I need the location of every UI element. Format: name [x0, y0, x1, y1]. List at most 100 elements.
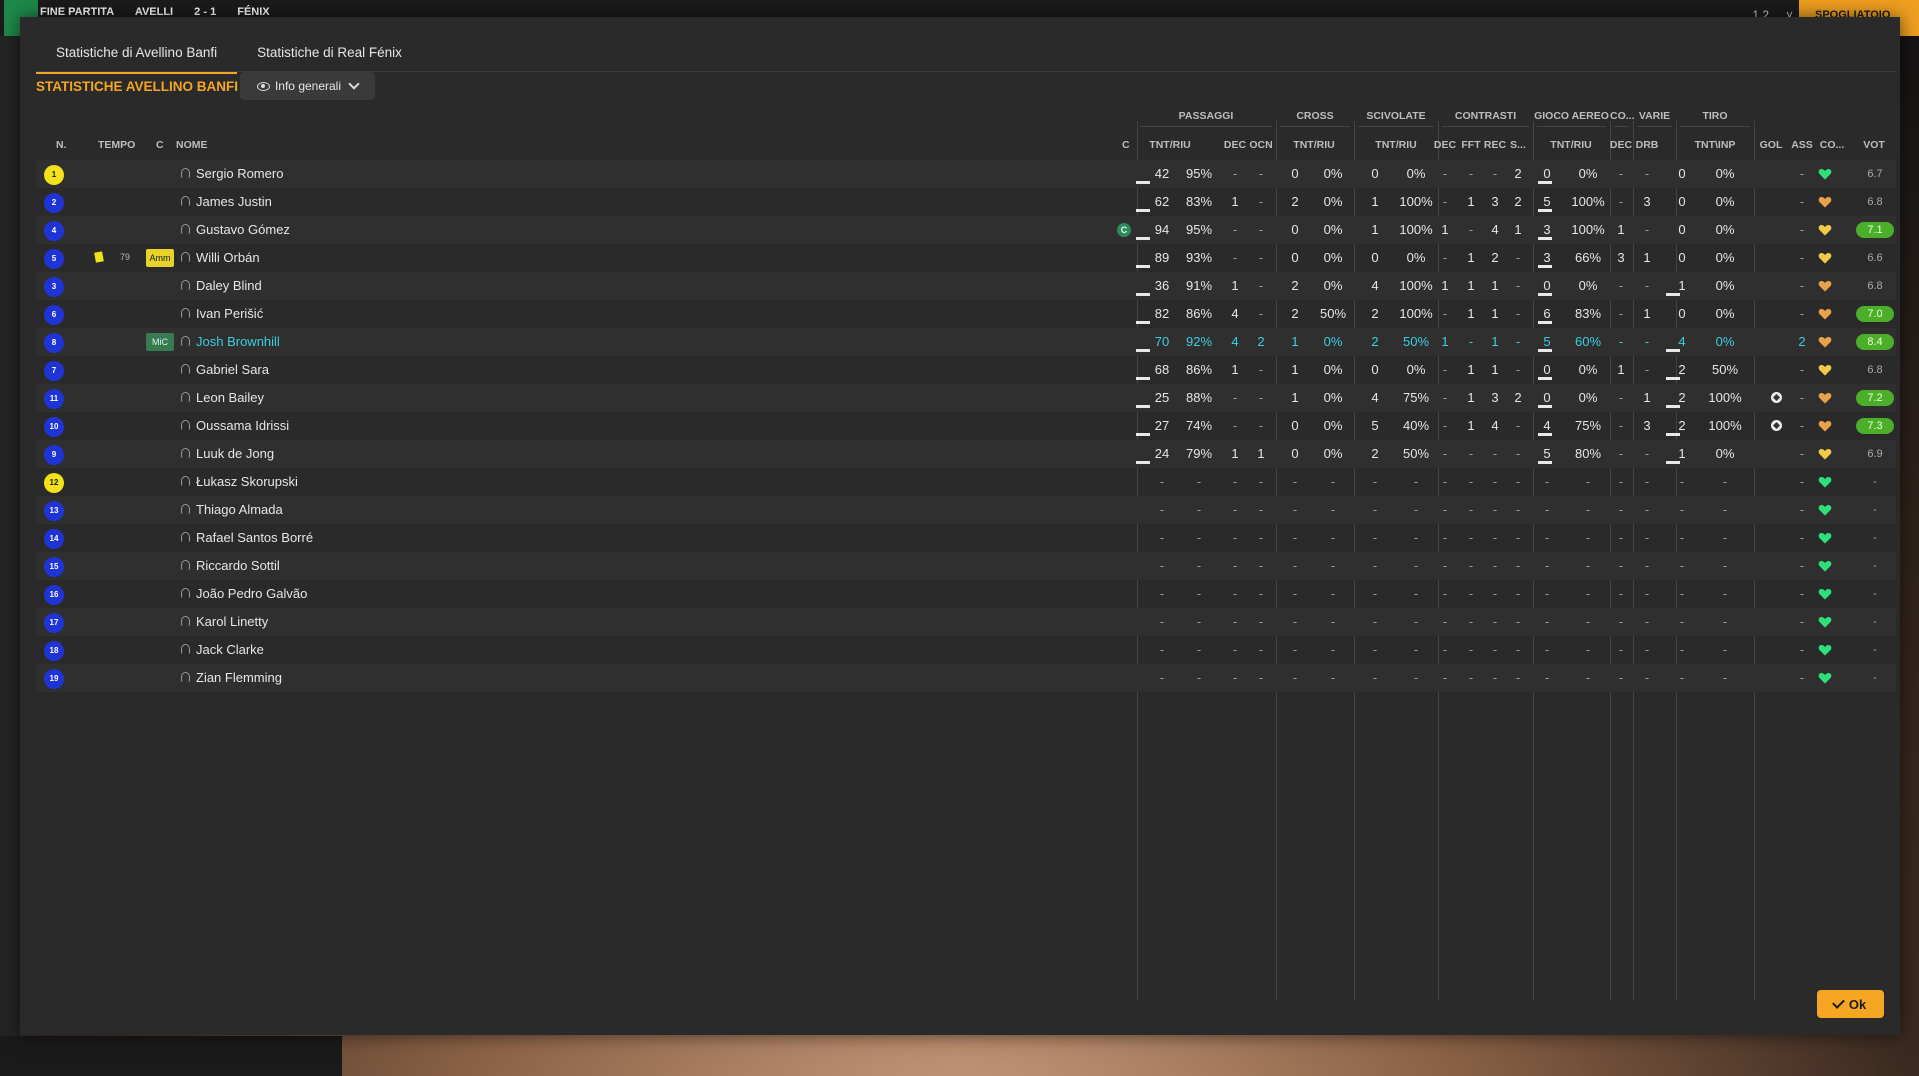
header-attempts: 0: [1543, 278, 1551, 293]
column-header-contr-s[interactable]: S...: [1510, 139, 1526, 151]
table-row[interactable]: 16 João Pedro Galvão - - - - - - - - - - - - - - - - - - - -: [36, 580, 1896, 608]
empty-stat: -: [1442, 558, 1448, 573]
player-name[interactable]: Jack Clarke: [196, 642, 264, 657]
table-row[interactable]: 1 Sergio Romero 42 95% - - 0 0% 0 0% - - - 2 0 0% - - 0 0% -…: [36, 160, 1896, 188]
table-row[interactable]: 12 Łukasz Skorupski - - - - - - - - - - - - - - - - - - - -: [36, 468, 1896, 496]
header-attempts: 6: [1543, 306, 1551, 321]
view-dropdown[interactable]: Info generali: [240, 72, 375, 100]
tab-home-stats[interactable]: Statistiche di Avellino Banfi: [36, 41, 238, 74]
empty-stat: -: [1544, 502, 1550, 517]
column-header-contr-rec[interactable]: REC: [1484, 139, 1506, 151]
column-header-num[interactable]: N.: [56, 139, 67, 151]
player-name[interactable]: Thiago Almada: [196, 502, 283, 517]
empty-stat: -: [1292, 558, 1298, 573]
player-name[interactable]: Willi Orbán: [196, 250, 260, 265]
duel-stat: -: [1442, 418, 1448, 433]
player-name[interactable]: Sergio Romero: [196, 166, 283, 181]
column-header-contr-fft[interactable]: FFT: [1461, 139, 1480, 151]
duel-stat: -: [1442, 446, 1448, 461]
tackle-accuracy: 40%: [1402, 418, 1430, 433]
table-row[interactable]: 2 James Justin 62 83% 1-2 0% 1 100% -1 3 2 5 100% -3 0…: [36, 188, 1896, 216]
column-header-varie-drb[interactable]: DRB: [1636, 139, 1659, 151]
player-name[interactable]: Ivan Perišić: [196, 306, 263, 321]
column-header-tiro-tnt[interactable]: TNT\INP: [1695, 139, 1736, 151]
table-row[interactable]: 14 Rafael Santos Borré - - - - - - - - - - - - - - - - - - -…: [36, 524, 1896, 552]
shirt-number-badge: 1: [44, 165, 64, 185]
column-header-gol[interactable]: GOL: [1760, 139, 1783, 151]
player-name[interactable]: Riccardo Sottil: [196, 558, 280, 573]
column-header-ass[interactable]: ASS: [1791, 139, 1813, 151]
empty-stat: -: [1258, 642, 1264, 657]
table-row[interactable]: 13 Thiago Almada - - - - - - - - - - - - - - - - - - - -: [36, 496, 1896, 524]
empty-stat: -: [1585, 502, 1591, 517]
player-name[interactable]: Gabriel Sara: [196, 362, 269, 377]
column-header-vot[interactable]: VOT: [1863, 139, 1885, 151]
column-header-sciv-tnt[interactable]: TNT/RIU: [1375, 139, 1416, 151]
column-header-pass-ocn[interactable]: OCN: [1249, 139, 1272, 151]
header-accuracy: 0%: [1578, 390, 1598, 405]
column-header-contr-dec[interactable]: DEC: [1434, 139, 1456, 151]
column-header-pass-dec[interactable]: DEC: [1224, 139, 1246, 151]
shot-accuracy: 50%: [1711, 362, 1739, 377]
player-name[interactable]: Luuk de Jong: [196, 446, 274, 461]
table-row[interactable]: 5 79 Amm Willi Orbán 89 93% - - 0 0% 0 0% - 1 2 - 3 66% 3 1…: [36, 244, 1896, 272]
pass-accuracy: 95%: [1185, 222, 1213, 237]
empty-stat: -: [1413, 670, 1419, 685]
empty-stat: -: [1372, 642, 1378, 657]
player-name[interactable]: Rafael Santos Borré: [196, 530, 313, 545]
player-name[interactable]: Josh Brownhill: [196, 334, 280, 349]
player-name[interactable]: Zian Flemming: [196, 670, 282, 685]
player-name[interactable]: Daley Blind: [196, 278, 262, 293]
duel-stat: 2: [1514, 194, 1522, 209]
column-header-nome[interactable]: NOME: [176, 139, 208, 151]
stat-bar: [1136, 433, 1150, 436]
header-attempts: 0: [1543, 166, 1551, 181]
table-row[interactable]: 7 Gabriel Sara 68 86% 1 - 1 0% 0 0% - 1 1 - 0 0% 1 - 2 50% -…: [36, 356, 1896, 384]
assists: -: [1799, 250, 1805, 265]
table-row[interactable]: 3 Daley Blind 36 91% 1 - 2 0% 4 100% 1 1 1 - 0 0% - - 1 0% -…: [36, 272, 1896, 300]
dribbles: 1: [1643, 306, 1651, 321]
ok-button[interactable]: Ok: [1817, 990, 1884, 1018]
table-row[interactable]: 17 Karol Linetty - - - - - - - - - - - - - - - - - - - -: [36, 608, 1896, 636]
person-icon: [181, 420, 190, 430]
column-header-aereo-tnt[interactable]: TNT/RIU: [1550, 139, 1591, 151]
empty-stat: -: [1585, 530, 1591, 545]
table-row[interactable]: 10 Oussama Idrissi 27 74% - -0 0% 5 40% -1 4-4 75% -…: [36, 412, 1896, 440]
player-name[interactable]: João Pedro Galvão: [196, 586, 307, 601]
chances-created: -: [1258, 306, 1264, 321]
column-header-co-dec[interactable]: DEC: [1610, 139, 1632, 151]
column-header-con[interactable]: CO...: [1820, 139, 1845, 151]
empty-stat: -: [1372, 586, 1378, 601]
player-name[interactable]: James Justin: [196, 194, 272, 209]
player-name[interactable]: Gustavo Gómez: [196, 222, 290, 237]
player-name[interactable]: Oussama Idrissi: [196, 418, 289, 433]
table-row[interactable]: 18 Jack Clarke - - - - - - - - - - - - - - - - - - - -: [36, 636, 1896, 664]
pass-attempts: 89: [1154, 250, 1170, 265]
header-accuracy: 100%: [1571, 222, 1605, 237]
column-header-cross-tnt[interactable]: TNT/RIU: [1293, 139, 1334, 151]
empty-stat: -: [1159, 502, 1165, 517]
table-row[interactable]: 9 Luuk de Jong 24 79% 1 1 0 0% 2 50% - - - -5 80% - -1 0%…: [36, 440, 1896, 468]
table-row[interactable]: 4 Gustavo Gómez C 94 95% - -0 0% 1 100% 1-4 1 3 100% 1…: [36, 216, 1896, 244]
table-row[interactable]: 6 Ivan Perišić 82 86% 4-2 50% 2 100% -1 1-6 83% -1 0…: [36, 300, 1896, 328]
condition-heart-icon: [1818, 167, 1832, 181]
table-row[interactable]: 15 Riccardo Sottil - - - - - - - - - - - - - - - - - - - -: [36, 552, 1896, 580]
column-header-pass-tnt[interactable]: TNT/RIU: [1149, 139, 1190, 151]
player-name[interactable]: Łukasz Skorupski: [196, 474, 298, 489]
player-rating: -: [1873, 616, 1877, 628]
table-row[interactable]: 11 Leon Bailey 25 88% - -1 0% 4 75% -1 3 2 0 0% -1 2 100…: [36, 384, 1896, 412]
table-row[interactable]: 19 Zian Flemming - - - - - - - - - - - - - - - - - - - -: [36, 664, 1896, 692]
tab-away-stats[interactable]: Statistiche di Real Fénix: [237, 41, 422, 71]
table-row[interactable]: 8 MiC Josh Brownhill 70 92% 4 2 1 0% 2 50% 1 - 1 - 5 60%…: [36, 328, 1896, 356]
column-header-c[interactable]: C: [156, 139, 164, 151]
player-name[interactable]: Karol Linetty: [196, 614, 268, 629]
duel-stat: -: [1515, 418, 1521, 433]
stat-bar: [1538, 265, 1552, 268]
column-header-tempo[interactable]: TEMPO: [98, 139, 135, 151]
condition-heart-icon: [1818, 447, 1832, 461]
co-decisive: -: [1618, 166, 1624, 181]
duel-stat: 1: [1467, 278, 1475, 293]
column-header-c2[interactable]: C: [1122, 139, 1130, 151]
shot-accuracy: 100%: [1708, 390, 1742, 405]
player-name[interactable]: Leon Bailey: [196, 390, 264, 405]
